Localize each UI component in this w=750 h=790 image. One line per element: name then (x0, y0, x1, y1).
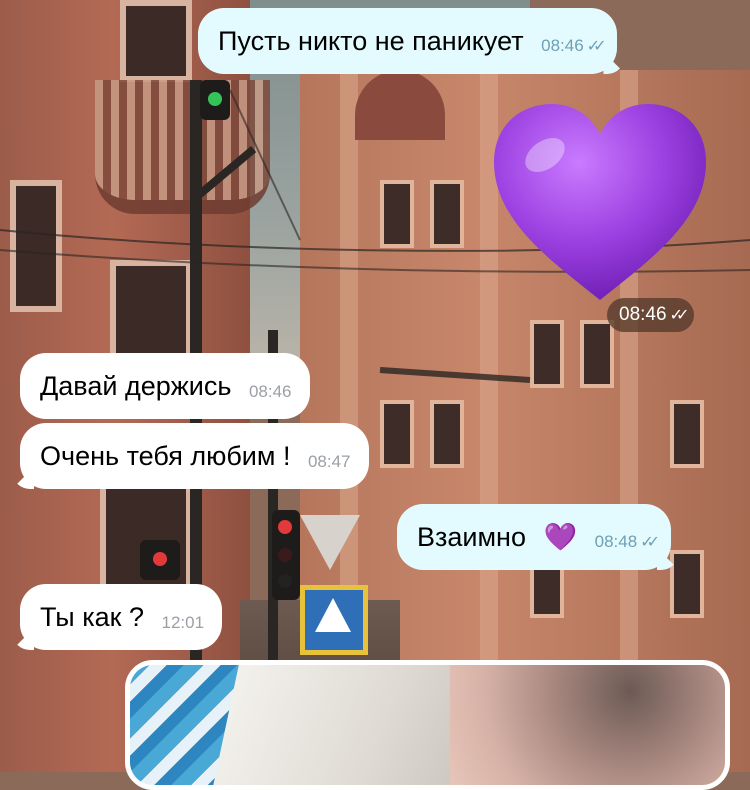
outgoing-message[interactable]: Пусть никто не паникует 08:46 ✓✓ (198, 8, 626, 74)
message-time: 08:46 (619, 304, 667, 325)
sticker-meta: 08:46 ✓✓ (607, 298, 695, 332)
outgoing-message[interactable]: Взаимно 💜 08:48 ✓✓ (397, 504, 679, 570)
photo-message[interactable] (125, 660, 730, 790)
purple-heart-icon: 💜 (543, 521, 578, 552)
read-check-icon: ✓✓ (669, 307, 690, 324)
message-text: Пусть никто не паникует (218, 25, 524, 56)
message-text: Давай держись (40, 370, 232, 401)
message-text: Очень тебя любим ! (40, 440, 291, 471)
message-meta: 08:46 ✓✓ (541, 29, 607, 64)
message-time: 08:46 (541, 35, 584, 55)
incoming-message[interactable]: Давай держись 08:46 (20, 353, 310, 419)
incoming-message[interactable]: Ты как ? 12:01 (12, 584, 223, 650)
read-check-icon: ✓✓ (640, 533, 660, 551)
message-text: Ты как ? (40, 601, 144, 632)
message-text: Взаимно (417, 521, 526, 552)
incoming-message[interactable]: Очень тебя любим ! 08:47 (12, 423, 369, 489)
purple-heart-icon (494, 104, 706, 300)
read-check-icon: ✓✓ (586, 37, 607, 55)
message-time: 08:47 (307, 451, 351, 471)
message-meta: 08:48 ✓✓ (594, 525, 660, 560)
message-time: 08:46 (248, 381, 292, 401)
message-time: 12:01 (161, 612, 205, 632)
message-time: 08:48 (594, 531, 638, 551)
purple-heart-emoji-message[interactable] (490, 100, 710, 330)
